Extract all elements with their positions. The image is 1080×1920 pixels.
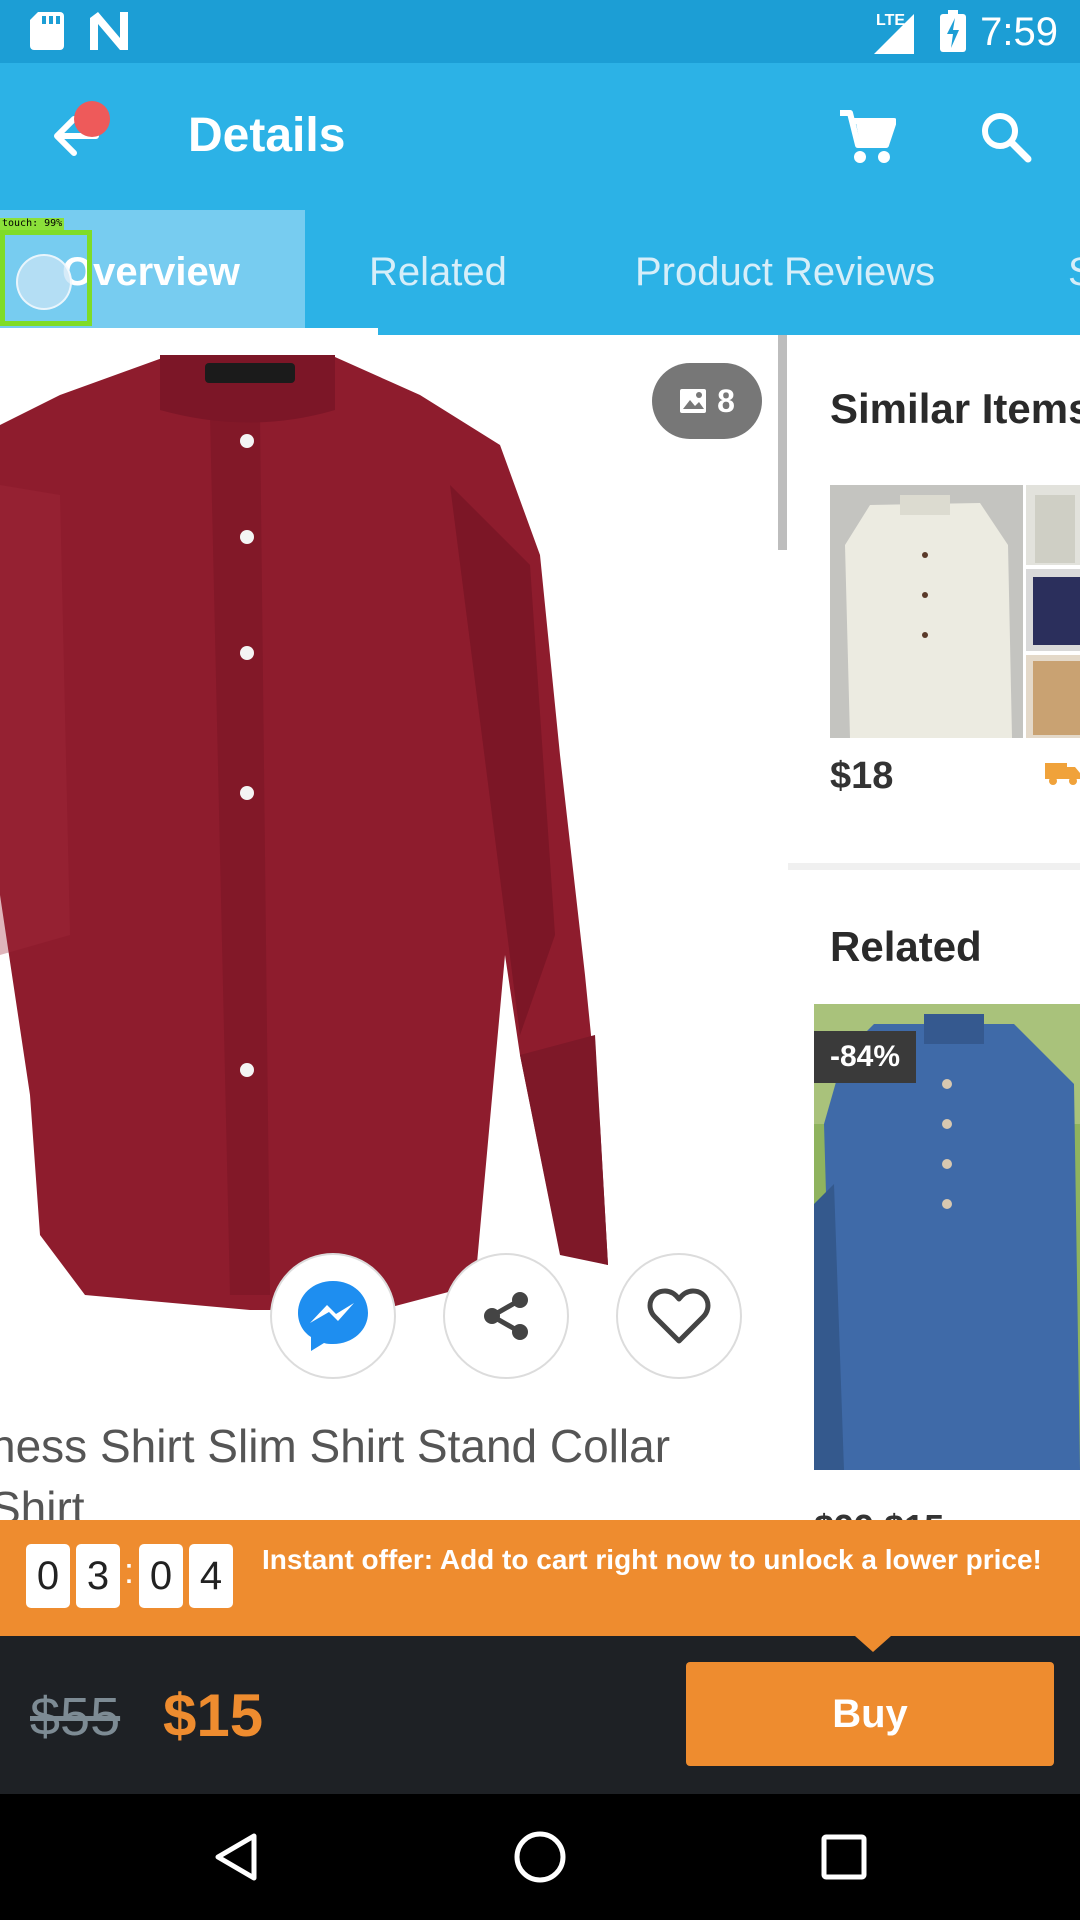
sd-card-icon [30,12,64,50]
app-bar: Details [0,63,1080,210]
similar-items-title: Similar Items [830,385,1080,432]
share-icon [484,1292,528,1340]
wishlist-button[interactable] [616,1253,742,1379]
tab-product-reviews-label: Product Reviews [635,250,936,294]
offer-text: Instant offer: Add to cart right now to … [262,1544,1042,1575]
home-nav-icon[interactable] [513,1830,567,1884]
clock: 7:59 [980,10,1058,54]
product-image[interactable] [0,335,770,1325]
messenger-button[interactable] [270,1253,396,1379]
image-icon [680,389,707,413]
notification-dot [74,101,110,137]
similar-item-price: $18 [830,755,894,797]
tab-product-reviews[interactable]: Product Reviews [635,210,935,335]
recents-nav-icon[interactable] [821,1834,867,1880]
buy-button[interactable]: Buy [686,1662,1054,1766]
timer-digit: 0 [139,1544,183,1608]
offer-pointer [855,1636,891,1652]
original-price: $55 [30,1687,121,1747]
n-notification-icon [90,12,128,50]
discount-badge: -84% [814,1031,916,1083]
related-price-peek: $99 $15 [814,1507,944,1520]
search-icon[interactable] [980,111,1032,163]
navigation-bar [0,1794,1080,1920]
tab-related-label: Related [369,250,507,294]
touch-label: touch: 99% [0,218,65,230]
messenger-icon [298,1281,368,1351]
status-bar: LTE 7:59 [0,0,1080,63]
timer-digit: 3 [76,1544,120,1608]
tab-indicator [0,328,378,335]
tab-more-label: S [1068,250,1080,294]
sale-price: $15 [163,1682,264,1749]
back-nav-icon[interactable] [214,1832,258,1882]
page-title: Details [188,109,346,162]
main-content: 8 ness Shirt Slim Shirt Stand Collar Shi… [0,335,1080,1520]
photo-count-badge[interactable]: 8 [652,363,762,439]
product-title-line1: ness Shirt Slim Shirt Stand Collar [0,1420,671,1472]
timer-digit: 4 [189,1544,233,1608]
timer-separator: : [124,1550,135,1591]
scroll-indicator [778,335,787,550]
related-title: Related [830,923,982,970]
timer-digit: 0 [26,1544,70,1608]
instant-offer-bar[interactable]: 0 3 : 0 4 Instant offer: Add to cart rig… [0,1520,1080,1636]
photo-count: 8 [717,382,735,419]
tab-related[interactable]: Related [369,210,507,335]
shipping-truck-icon [1045,763,1080,785]
product-title: ness Shirt Slim Shirt Stand Collar Shirt [0,1415,750,1520]
share-button[interactable] [443,1253,569,1379]
product-title-line2: Shirt [0,1482,85,1520]
shopping-cart-icon[interactable] [838,109,896,165]
similar-item-image[interactable] [830,485,1080,738]
signal-icon [874,14,914,54]
purchase-bar: $55 $15 Buy [0,1636,1080,1794]
touch-circle [16,254,72,310]
section-separator [788,863,1080,870]
tab-bar: Overview Related Product Reviews S touch… [0,210,1080,335]
heart-icon [647,1288,711,1344]
tab-more[interactable]: S [1068,210,1080,335]
battery-charging-icon [940,10,966,52]
